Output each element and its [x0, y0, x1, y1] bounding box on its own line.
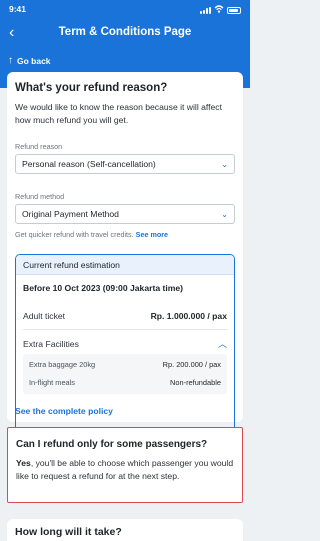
go-back-link[interactable]: ↑ Go back	[8, 55, 51, 66]
arrow-up-icon: ↑	[8, 55, 13, 66]
estimation-title: Current refund estimation	[16, 255, 234, 275]
adult-ticket-price: Rp. 1.000.000 / pax	[150, 311, 227, 321]
faq-answer-text: , you'll be able to choose which passeng…	[16, 458, 234, 481]
refund-method-select[interactable]: Original Payment Method ⌄	[15, 204, 235, 224]
extra-name: In-flight meals	[29, 378, 76, 387]
chevron-down-icon: ⌄	[221, 159, 228, 169]
refund-reason-select[interactable]: Personal reason (Self-cancellation) ⌄	[15, 154, 235, 174]
faq-answer-bold: Yes	[16, 458, 31, 468]
refund-method-label: Refund method	[15, 192, 65, 201]
extra-facilities-label: Extra Facilities	[23, 338, 79, 349]
navbar: ‹ Term & Conditions Page	[0, 24, 250, 42]
refund-reason-label: Refund reason	[15, 142, 63, 151]
faq-partial-refund-card: Can I refund only for some passengers? Y…	[7, 427, 243, 503]
see-more-link[interactable]: See more	[136, 230, 168, 239]
battery-icon	[227, 6, 241, 14]
divider	[23, 329, 227, 330]
adult-ticket-row: Adult ticket Rp. 1.000.000 / pax	[23, 311, 227, 321]
complete-policy-link[interactable]: See the complete policy	[15, 406, 113, 416]
list-item: In-flight meals Non-refundable	[29, 378, 221, 387]
status-icons	[200, 5, 241, 15]
extra-name: Extra baggage 20kg	[29, 360, 96, 369]
refund-reason-value: Personal reason (Self-cancellation)	[22, 159, 156, 169]
extra-value: Non-refundable	[170, 378, 221, 387]
adult-ticket-label: Adult ticket	[23, 311, 66, 321]
faq-question: Can I refund only for some passengers?	[16, 439, 208, 450]
go-back-label: Go back	[17, 55, 51, 66]
extra-facilities-toggle[interactable]: Extra Facilities ︿	[23, 337, 227, 350]
refund-method-value: Original Payment Method	[22, 209, 119, 219]
list-item: Extra baggage 20kg Rp. 200.000 / pax	[29, 360, 221, 369]
hint-text: Get quicker refund with travel credits.	[15, 230, 134, 239]
wifi-icon	[214, 5, 224, 15]
estimation-deadline: Before 10 Oct 2023 (09:00 Jakarta time)	[23, 283, 184, 293]
travel-credit-hint: Get quicker refund with travel credits. …	[15, 230, 168, 239]
faq-answer: Yes, you'll be able to choose which pass…	[16, 457, 234, 483]
extra-facilities-list: Extra baggage 20kg Rp. 200.000 / pax In-…	[23, 354, 227, 394]
how-long-title: How long will it take?	[15, 526, 122, 538]
refund-reason-heading: What's your refund reason?	[15, 82, 168, 94]
refund-reason-description: We would like to know the reason because…	[15, 102, 222, 125]
extra-value: Rp. 200.000 / pax	[162, 360, 221, 369]
how-long-card: How long will it take?	[7, 519, 243, 541]
chevron-down-icon: ⌄	[221, 209, 228, 219]
status-bar: 9:41	[9, 4, 241, 16]
status-time: 9:41	[9, 4, 27, 14]
signal-icon	[200, 6, 211, 14]
refund-reason-card: What's your refund reason? We would like…	[7, 72, 243, 462]
chevron-up-icon: ︿	[217, 339, 227, 349]
page-title: Term & Conditions Page	[58, 26, 192, 38]
